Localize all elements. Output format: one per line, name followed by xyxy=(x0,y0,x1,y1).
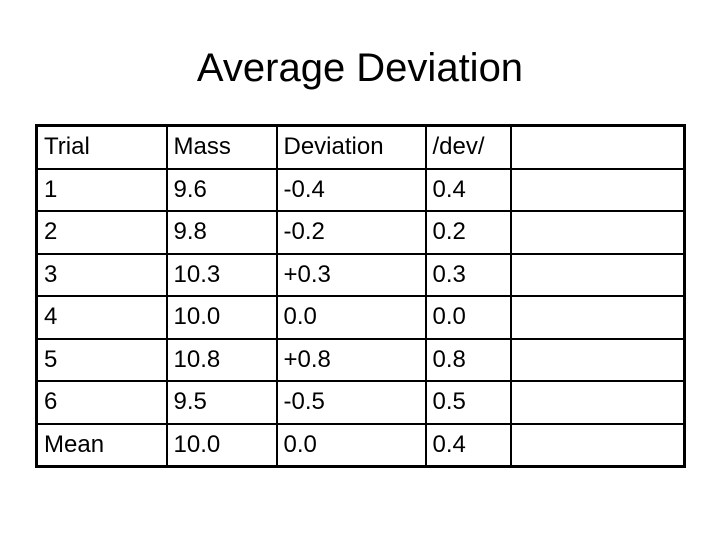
cell-empty xyxy=(509,252,686,297)
cell-trial: Mean xyxy=(35,422,168,468)
cell-empty xyxy=(509,295,686,340)
cell-mass: 10.8 xyxy=(165,337,278,382)
cell-trial: 5 xyxy=(35,337,168,382)
header-deviation: Deviation xyxy=(275,124,427,170)
cell-abs-deviation: 0.5 xyxy=(424,380,512,425)
header-abs-deviation: /dev/ xyxy=(424,124,512,170)
cell-abs-deviation: 0.3 xyxy=(424,252,512,297)
table-header-row: Trial Mass Deviation /dev/ xyxy=(35,124,686,170)
cell-deviation: -0.5 xyxy=(275,380,427,425)
cell-mass: 9.6 xyxy=(165,167,278,212)
cell-abs-deviation: 0.2 xyxy=(424,210,512,255)
table-row: 1 9.6 -0.4 0.4 xyxy=(35,167,686,212)
cell-empty xyxy=(509,210,686,255)
cell-deviation: +0.8 xyxy=(275,337,427,382)
header-trial: Trial xyxy=(35,124,168,170)
average-deviation-table: Trial Mass Deviation /dev/ 1 9.6 -0.4 0.… xyxy=(35,124,686,468)
table-row: 5 10.8 +0.8 0.8 xyxy=(35,337,686,382)
cell-deviation: +0.3 xyxy=(275,252,427,297)
table-row: 3 10.3 +0.3 0.3 xyxy=(35,252,686,297)
cell-deviation: -0.4 xyxy=(275,167,427,212)
cell-trial: 6 xyxy=(35,380,168,425)
cell-empty xyxy=(509,422,686,468)
cell-deviation: -0.2 xyxy=(275,210,427,255)
cell-mass: 10.0 xyxy=(165,422,278,468)
cell-abs-deviation: 0.0 xyxy=(424,295,512,340)
cell-abs-deviation: 0.8 xyxy=(424,337,512,382)
cell-mass: 10.3 xyxy=(165,252,278,297)
cell-abs-deviation: 0.4 xyxy=(424,167,512,212)
table-row-mean: Mean 10.0 0.0 0.4 xyxy=(35,422,686,468)
cell-trial: 3 xyxy=(35,252,168,297)
table-row: 4 10.0 0.0 0.0 xyxy=(35,295,686,340)
cell-deviation: 0.0 xyxy=(275,295,427,340)
cell-mass: 9.8 xyxy=(165,210,278,255)
header-mass: Mass xyxy=(165,124,278,170)
cell-abs-deviation: 0.4 xyxy=(424,422,512,468)
cell-mass: 9.5 xyxy=(165,380,278,425)
cell-empty xyxy=(509,167,686,212)
cell-trial: 4 xyxy=(35,295,168,340)
cell-empty xyxy=(509,380,686,425)
cell-trial: 1 xyxy=(35,167,168,212)
table-row: 2 9.8 -0.2 0.2 xyxy=(35,210,686,255)
cell-trial: 2 xyxy=(35,210,168,255)
cell-deviation: 0.0 xyxy=(275,422,427,468)
cell-mass: 10.0 xyxy=(165,295,278,340)
cell-empty xyxy=(509,337,686,382)
table-row: 6 9.5 -0.5 0.5 xyxy=(35,380,686,425)
slide-title: Average Deviation xyxy=(196,46,524,90)
header-empty xyxy=(509,124,686,170)
